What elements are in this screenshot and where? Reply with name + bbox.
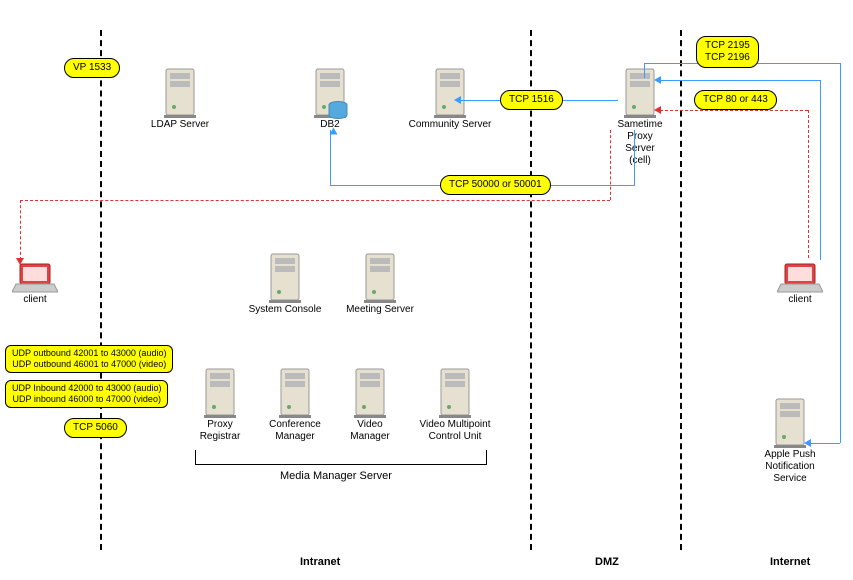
- server-icon: [350, 365, 390, 419]
- node-label: LDAP Server: [140, 119, 220, 131]
- arrowhead-icon: [654, 106, 661, 114]
- arrowhead-icon: [654, 76, 661, 84]
- node-label: Meeting Server: [335, 304, 425, 316]
- node-label: Proxy Registrar: [185, 419, 255, 443]
- server-icon: [360, 250, 400, 304]
- node-meeting-server: Meeting Server: [335, 250, 425, 316]
- arrow-sametime-apns: [810, 443, 840, 444]
- zone-divider: [680, 30, 682, 550]
- arrow-sametime-apns: [644, 63, 660, 64]
- port-udp-outbound: UDP outbound 42001 to 43000 (audio) UDP …: [5, 345, 173, 373]
- server-icon: [160, 65, 200, 119]
- arrowhead-icon: [330, 128, 338, 135]
- media-manager-bracket: [195, 450, 487, 465]
- port-vp1533: VP 1533: [64, 58, 120, 78]
- arrowhead-icon: [454, 96, 461, 104]
- arrow-red-client-path: [20, 200, 21, 260]
- node-label: System Console: [240, 304, 330, 316]
- arrow-sametime-db2: [330, 130, 331, 186]
- node-apns: Apple Push Notification Service: [745, 395, 835, 485]
- arrow-red-client-path: [808, 110, 809, 258]
- node-label: Conference Manager: [258, 419, 332, 443]
- node-ldap-server: LDAP Server: [140, 65, 220, 131]
- node-system-console: System Console: [240, 250, 330, 316]
- node-vmcu: Video Multipoint Control Unit: [405, 365, 505, 443]
- server-icon: [265, 250, 305, 304]
- server-icon: [275, 365, 315, 419]
- node-label: Apple Push Notification Service: [745, 449, 835, 485]
- arrow-client-sametime: [820, 80, 821, 260]
- node-client-left: client: [5, 258, 65, 306]
- node-label: client: [770, 294, 830, 306]
- arrow-red-client-path: [610, 130, 611, 200]
- node-conference-manager: Conference Manager: [258, 365, 332, 443]
- node-client-right: client: [770, 258, 830, 306]
- arrow-client-sametime: [660, 80, 820, 81]
- port-tcp50000: TCP 50000 or 50001: [440, 175, 551, 195]
- zone-label-intranet: Intranet: [300, 556, 340, 568]
- node-community-server: Community Server: [400, 65, 500, 131]
- node-video-manager: Video Manager: [335, 365, 405, 443]
- arrow-sametime-db2: [634, 130, 635, 185]
- port-tcp80: TCP 80 or 443: [694, 90, 777, 110]
- arrow-sametime-apns: [644, 63, 645, 78]
- port-tcp1516: TCP 1516: [500, 90, 563, 110]
- server-icon: [430, 65, 470, 119]
- server-icon: [435, 365, 475, 419]
- arrow-red-client-path: [20, 200, 610, 201]
- zone-label-internet: Internet: [770, 556, 810, 568]
- arrow-sametime-apns: [840, 63, 841, 443]
- node-proxy-registrar: Proxy Registrar: [185, 365, 255, 443]
- port-udp-inbound: UDP Inbound 42000 to 43000 (audio) UDP i…: [5, 380, 168, 408]
- node-label: Video Multipoint Control Unit: [405, 419, 505, 443]
- laptop-icon: [777, 258, 823, 294]
- node-label: Video Manager: [335, 419, 405, 443]
- node-label: Sametime Proxy Server (cell): [600, 119, 680, 167]
- port-tcp2195: TCP 2195 TCP 2196: [696, 36, 759, 68]
- arrowhead-icon: [16, 258, 24, 265]
- arrowhead-icon: [804, 439, 811, 447]
- zone-label-dmz: DMZ: [595, 556, 619, 568]
- arrow-red-client-path: [660, 110, 808, 111]
- server-icon: [200, 365, 240, 419]
- media-manager-label: Media Manager Server: [280, 470, 392, 482]
- node-label: Community Server: [400, 119, 500, 131]
- zone-divider: [100, 30, 102, 550]
- port-tcp5060: TCP 5060: [64, 418, 127, 438]
- node-label: client: [5, 294, 65, 306]
- node-db2: DB2: [290, 65, 370, 131]
- database-icon: [328, 101, 348, 119]
